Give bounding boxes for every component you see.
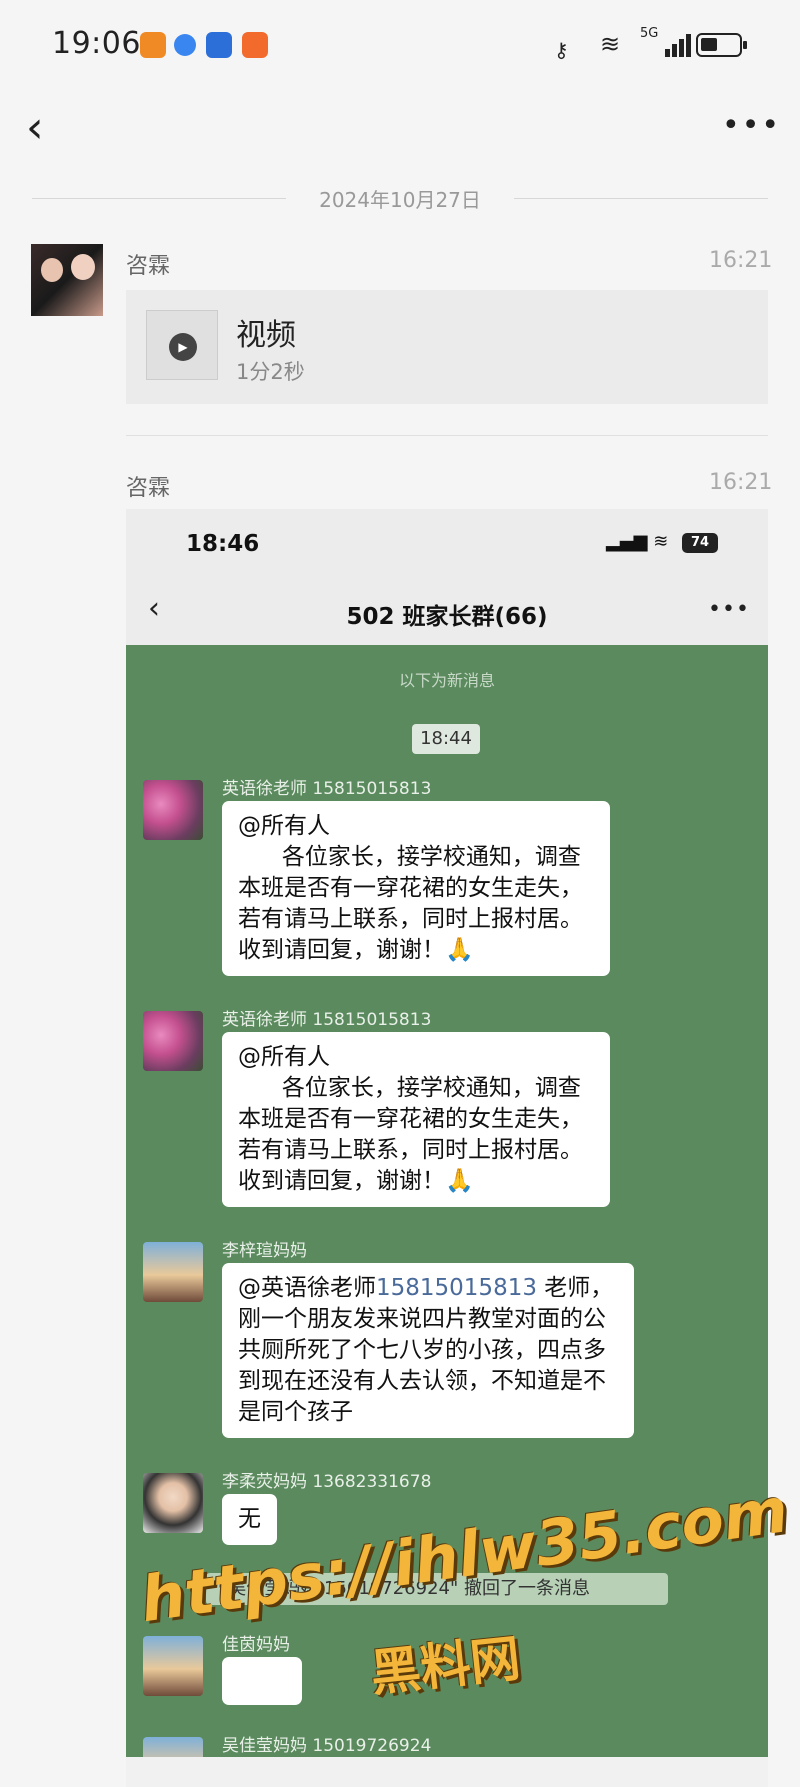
message-bubble: 无: [222, 1494, 277, 1545]
sender-name: 咨霖: [126, 476, 171, 501]
message-bubble: @所有人 各位家长，接学校通知，调查本班是否有一穿花裙的女生走失，若有请马上联系…: [222, 801, 610, 976]
member-name: 英语徐老师 15815015813: [222, 1010, 432, 1030]
back-button[interactable]: ‹: [26, 106, 44, 150]
signal-wifi-icon: ▂▄▆ ≋: [606, 531, 669, 552]
screenshot-battery: 74: [682, 533, 718, 553]
message-bubble: @所有人 各位家长，接学校通知，调查本班是否有一穿花裙的女生走失，若有请马上联系…: [222, 1032, 610, 1207]
member-name: 英语徐老师 15815015813: [222, 779, 432, 799]
avatar: [143, 1636, 203, 1696]
avatar: [143, 1473, 203, 1533]
mention: @英语徐老师: [238, 1275, 376, 1301]
phone-link: 15815015813: [376, 1275, 537, 1301]
avatar[interactable]: [31, 244, 103, 316]
divider: [126, 435, 768, 436]
play-icon: ▶: [169, 333, 197, 361]
sender-name: 咨霖: [126, 254, 171, 279]
video-duration: 1分2秒: [236, 360, 305, 384]
notification-app-icon: [206, 32, 232, 58]
signal-icon: [665, 34, 693, 57]
avatar: [143, 1011, 203, 1071]
group-title: 502 班家长群(66): [346, 604, 548, 630]
notification-app-icon: [242, 32, 268, 58]
more-button[interactable]: •••: [722, 108, 781, 143]
message-time: 16:21: [709, 248, 773, 273]
member-name: 吴佳莹妈妈 15019726924: [222, 1736, 432, 1756]
divider: [514, 198, 768, 199]
message-time: 16:21: [709, 470, 773, 495]
member-name: 李柔荧妈妈 13682331678: [222, 1472, 432, 1492]
message-bubble: @英语徐老师15815015813 老师，刚一个朋友发来说四片教堂对面的公共厕所…: [222, 1263, 634, 1438]
notification-app-icon: [140, 32, 166, 58]
status-time: 19:06: [52, 26, 141, 61]
message-bubble: [222, 1657, 302, 1705]
new-messages-divider: 以下为新消息: [398, 671, 495, 690]
video-title: 视频: [236, 318, 296, 353]
member-name: 佳茵妈妈: [222, 1635, 290, 1655]
video-thumbnail[interactable]: ▶: [146, 310, 218, 380]
notification-app-icon: [174, 34, 196, 56]
avatar: [143, 780, 203, 840]
key-icon: ⚷: [554, 38, 569, 62]
screenshot-time: 18:46: [186, 531, 260, 557]
time-pill: 18:44: [412, 724, 480, 754]
network-type: 5G: [640, 26, 659, 41]
input-bar: [126, 1757, 768, 1787]
battery-icon: [696, 33, 747, 57]
avatar: [143, 1242, 203, 1302]
screenshot-more-icon: •••: [708, 597, 750, 622]
video-card[interactable]: [126, 290, 768, 404]
wifi-icon: ≋: [600, 30, 621, 58]
member-name: 李梓瑄妈妈: [222, 1241, 307, 1261]
